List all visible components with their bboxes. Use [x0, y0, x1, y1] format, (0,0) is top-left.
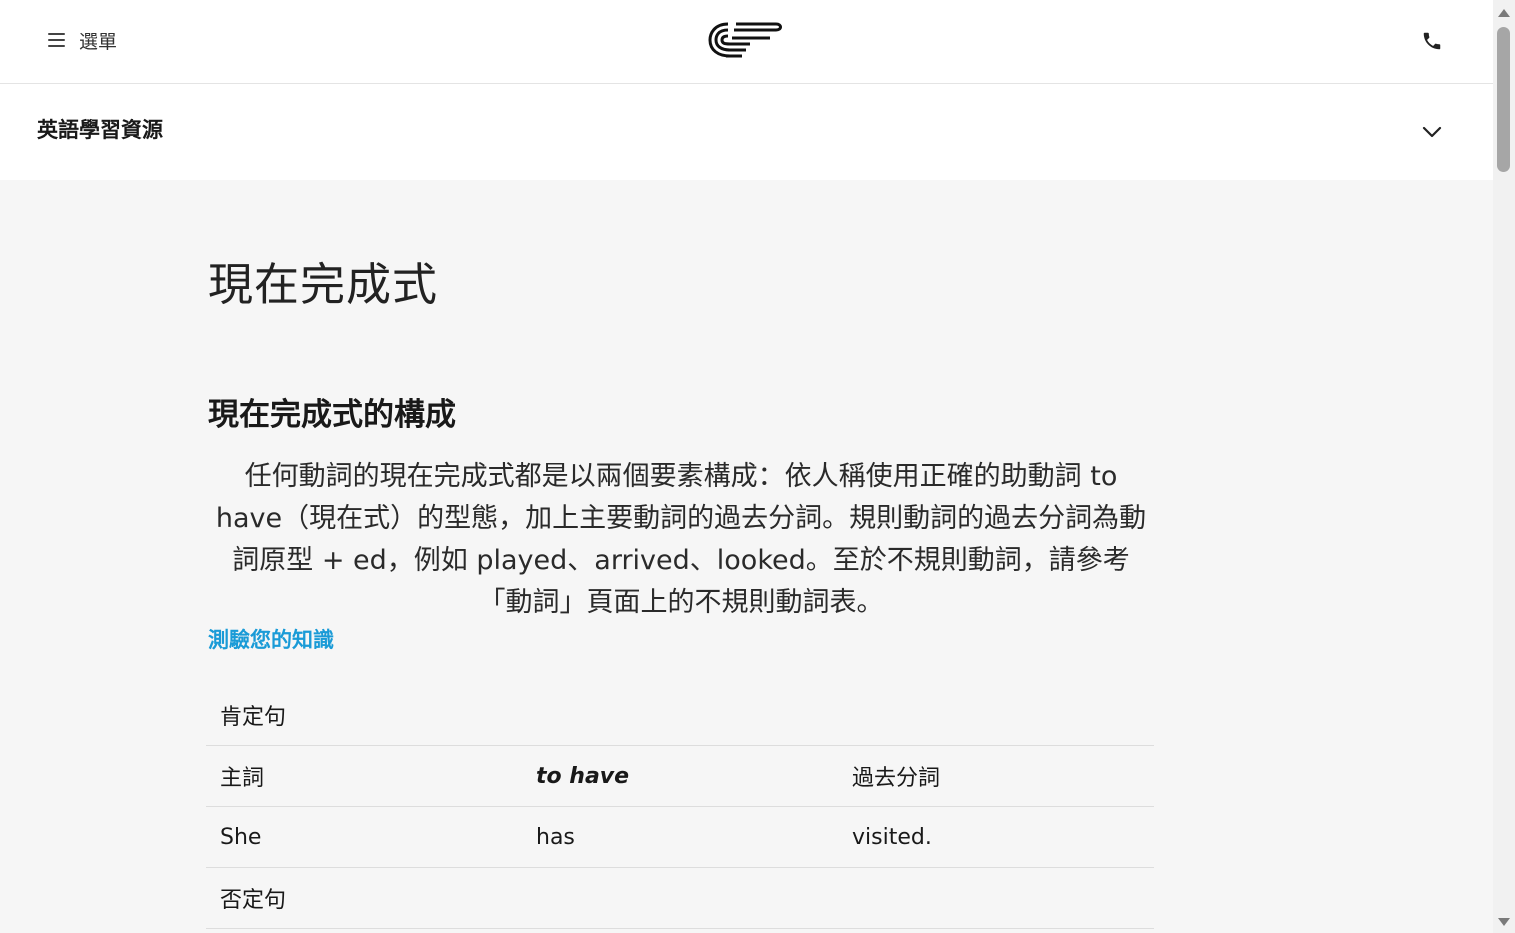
table-row: She has visited. [206, 806, 1155, 868]
table-row: 否定句 [206, 867, 1155, 929]
header-to-have: to have [522, 745, 838, 807]
resources-title[interactable]: 英語學習資源 [37, 114, 163, 144]
grammar-table: 肯定句 主詞 to have 過去分詞 She has visited. 否定句 [206, 685, 1155, 929]
cell-participle: visited. [838, 806, 1155, 868]
affirmative-label: 肯定句 [206, 685, 1155, 746]
table-row: 主詞 to have 過去分詞 [206, 745, 1155, 807]
menu-label: 選單 [79, 30, 118, 53]
page-title: 現在完成式 [208, 258, 439, 311]
cell-subject: She [206, 806, 522, 868]
section-heading: 現在完成式的構成 [208, 397, 456, 433]
site-header: 選單 [0, 0, 1493, 84]
hamburger-icon [48, 33, 65, 47]
chevron-down-icon[interactable] [1408, 108, 1456, 156]
scrollbar[interactable] [1493, 0, 1515, 933]
header-past-participle: 過去分詞 [838, 745, 1155, 807]
scroll-up-icon[interactable] [1496, 5, 1512, 19]
menu-button[interactable]: 選單 [48, 22, 117, 58]
scroll-down-icon[interactable] [1496, 914, 1512, 928]
quiz-link[interactable]: 測驗您的知識 [208, 624, 334, 654]
phone-icon[interactable] [1421, 30, 1443, 52]
intro-paragraph: 任何動詞的現在完成式都是以兩個要素構成：依人稱使用正確的助動詞 to have（… [215, 461, 1147, 618]
negative-label: 否定句 [206, 867, 1155, 929]
ef-logo-icon[interactable] [706, 16, 786, 64]
resources-subnav [0, 84, 1493, 180]
table-row: 肯定句 [206, 685, 1155, 746]
cell-auxiliary: has [522, 806, 838, 868]
scroll-thumb[interactable] [1497, 27, 1510, 172]
header-subject: 主詞 [206, 745, 522, 807]
